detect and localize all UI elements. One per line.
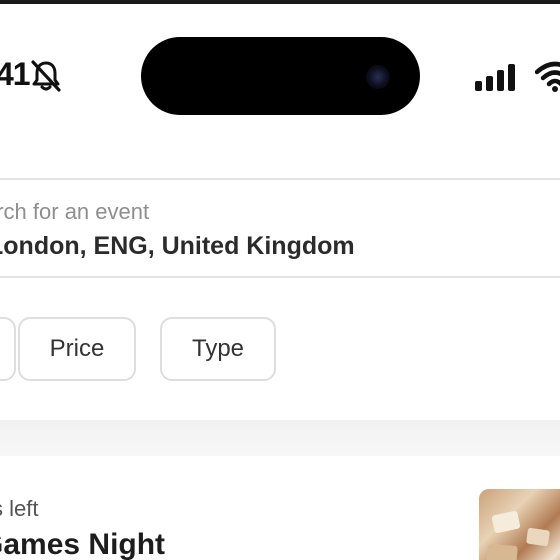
search-location[interactable]: London, ENG, United Kingdom bbox=[0, 232, 355, 261]
filter-chip-price[interactable]: Price bbox=[18, 317, 136, 381]
event-thumbnail[interactable] bbox=[479, 489, 560, 560]
front-camera-icon bbox=[366, 65, 390, 89]
filter-chip-partial[interactable] bbox=[0, 317, 16, 381]
section-divider bbox=[0, 420, 560, 456]
top-frame bbox=[0, 0, 560, 4]
event-availability: s left bbox=[0, 496, 39, 521]
search-placeholder[interactable]: arch for an event bbox=[0, 199, 149, 225]
bell-slash-icon bbox=[31, 60, 61, 92]
event-title[interactable]: Games Night bbox=[0, 528, 165, 560]
cellular-signal-icon bbox=[475, 64, 515, 91]
filter-chip-type[interactable]: Type bbox=[160, 317, 276, 381]
status-time: 41 bbox=[0, 56, 31, 92]
wifi-icon bbox=[535, 61, 560, 92]
app-screen: 41 arch for an event London, ENG, United… bbox=[0, 0, 560, 560]
event-search-box[interactable] bbox=[0, 178, 560, 278]
